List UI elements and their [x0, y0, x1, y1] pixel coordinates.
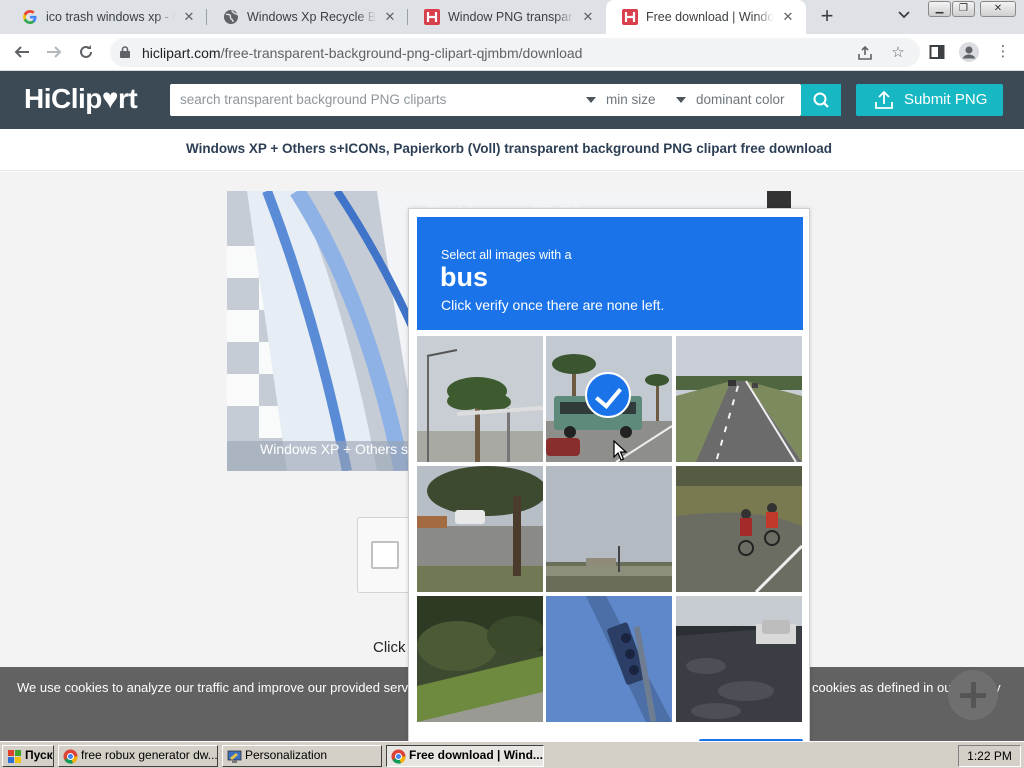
close-tab-icon[interactable]: ✕ [181, 9, 197, 25]
minimize-button[interactable]: ▁ [928, 1, 951, 17]
browser-tab[interactable]: Window PNG transparent ✕ [408, 0, 606, 34]
captcha-tile-3[interactable] [676, 336, 802, 462]
site-header: HiClip♥rt search transparent background … [0, 71, 1024, 129]
captcha-tile-8[interactable] [546, 596, 672, 722]
captcha-tile-5[interactable] [546, 466, 672, 592]
upload-icon [875, 90, 893, 109]
close-tab-icon[interactable]: ✕ [382, 9, 398, 25]
mouse-cursor-icon [613, 440, 627, 461]
url-text: hiclipart.com/free-transparent-backgroun… [142, 45, 583, 61]
windows-logo-icon [8, 750, 21, 763]
new-tab-button[interactable]: + [814, 5, 840, 29]
hiclipart-icon [622, 9, 638, 25]
search-input[interactable]: search transparent background PNG clipar… [180, 92, 446, 107]
selected-check-icon [585, 372, 631, 418]
tab-search-chevron-icon[interactable] [894, 8, 914, 26]
tab-strip: ico trash windows xp - Go ✕ Windows Xp R… [0, 0, 1024, 34]
restore-button[interactable]: ❐ [952, 1, 975, 17]
share-icon[interactable] [855, 43, 875, 63]
forward-icon[interactable] [42, 40, 66, 64]
address-bar[interactable]: hiclipart.com/free-transparent-backgroun… [110, 38, 920, 67]
browser-tab[interactable]: Windows Xp Recycle Bin I ✕ [207, 0, 408, 34]
personalization-icon [227, 750, 242, 763]
globe-icon [223, 9, 239, 25]
captcha-instructions: Select all images with a bus Click verif… [417, 217, 803, 330]
back-icon[interactable] [10, 40, 34, 64]
caret-down-icon[interactable] [676, 97, 686, 103]
captcha-tile-9[interactable] [676, 596, 802, 722]
hiclipart-logo[interactable]: HiClip♥rt [24, 83, 138, 115]
caret-down-icon[interactable] [586, 97, 596, 103]
recaptcha-checkbox[interactable] [371, 541, 399, 569]
taskbar-item[interactable]: free robux generator dw... [58, 745, 218, 767]
page-title: Windows XP + Others s+ICONs, Papierkorb … [185, 141, 832, 156]
system-clock[interactable]: 1:22 PM [958, 745, 1021, 767]
page-title-bar: Windows XP + Others s+ICONs, Papierkorb … [0, 129, 1024, 171]
instruction-line1: Select all images with a [441, 248, 572, 262]
hiclipart-icon [424, 9, 440, 25]
browser-tab[interactable]: ico trash windows xp - Go ✕ [6, 0, 207, 34]
taskbar-item[interactable]: Personalization [222, 745, 382, 767]
instruction-line2: Click verify once there are none left. [441, 297, 665, 313]
captcha-tile-1[interactable] [417, 336, 543, 462]
tab-title: Free download | Window [646, 10, 774, 24]
recaptcha-challenge: Select all images with a bus Click verif… [408, 208, 810, 745]
tab-title: Windows Xp Recycle Bin I [247, 10, 376, 24]
captcha-tile-6[interactable] [676, 466, 802, 592]
browser-toolbar: hiclipart.com/free-transparent-backgroun… [0, 34, 1024, 71]
windows-taskbar: Пуск free robux generator dw... Personal… [0, 741, 1024, 768]
chrome-icon [63, 749, 78, 764]
floating-plus-button[interactable] [948, 670, 998, 720]
tab-title: Window PNG transparent [448, 10, 574, 24]
side-panel-icon[interactable] [926, 41, 948, 63]
browser-tab-active[interactable]: Free download | Window ✕ [606, 0, 806, 34]
close-window-button[interactable]: ✕ [980, 1, 1016, 17]
submit-png-button[interactable]: Submit PNG [856, 84, 1003, 116]
cookie-text: We use cookies to analyze our traffic an… [17, 680, 409, 695]
chrome-icon [391, 749, 406, 764]
tab-title: ico trash windows xp - Go [46, 10, 175, 24]
captcha-tile-4[interactable] [417, 466, 543, 592]
search-bar[interactable]: search transparent background PNG clipar… [170, 84, 801, 116]
close-tab-icon[interactable]: ✕ [580, 9, 596, 25]
menu-kebab-icon[interactable]: ⋮ [992, 41, 1014, 63]
lock-icon [120, 46, 130, 58]
start-button[interactable]: Пуск [2, 745, 54, 767]
captcha-tile-2[interactable] [546, 336, 672, 462]
reload-icon[interactable] [74, 40, 98, 64]
min-size-dropdown[interactable]: min size [606, 92, 656, 107]
dominant-color-dropdown[interactable]: dominant color [696, 92, 785, 107]
taskbar-item-active[interactable]: Free download | Wind... [386, 745, 544, 767]
click-text: Click [373, 639, 406, 656]
search-button[interactable] [801, 84, 841, 116]
bookmark-star-icon[interactable]: ☆ [888, 43, 908, 63]
close-tab-icon[interactable]: ✕ [780, 9, 796, 25]
google-icon [22, 9, 38, 25]
profile-avatar-icon[interactable] [958, 41, 980, 63]
captcha-target: bus [440, 262, 489, 292]
preview-caption: Windows XP + Others s+I [260, 441, 421, 457]
captcha-tile-7[interactable] [417, 596, 543, 722]
